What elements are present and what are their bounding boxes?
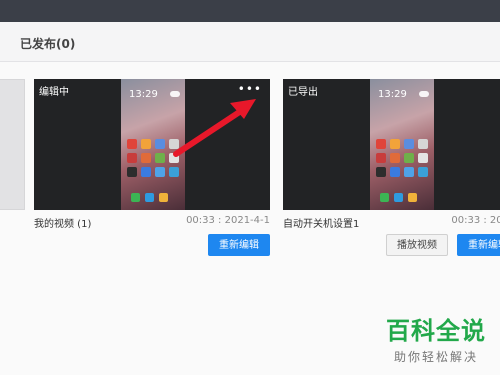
red-arrow-annotation	[173, 99, 256, 157]
watermark-title: 百科全说	[386, 317, 486, 345]
phone-app-icon	[380, 193, 389, 202]
video-card: 13:29	[34, 79, 270, 258]
video-duration-date: 00:33 : 2021-	[451, 215, 500, 226]
re-edit-button[interactable]: 重新编辑	[208, 234, 270, 256]
re-edit-button[interactable]: 重新编辑	[457, 234, 500, 256]
video-title: 我的视频 (1)	[34, 219, 92, 230]
tab-published[interactable]: 已发布(0)	[20, 35, 75, 52]
app-icon	[418, 153, 428, 163]
phone-time: 13:29	[378, 89, 407, 100]
video-card: 13:29	[283, 79, 500, 258]
app-icon	[418, 139, 428, 149]
app-icon-grid	[376, 139, 428, 177]
app-icon	[376, 153, 386, 163]
app-icon	[390, 139, 400, 149]
status-label: 已导出	[288, 87, 318, 98]
app-icon	[376, 167, 386, 177]
app-icon	[404, 139, 414, 149]
app-icon	[404, 153, 414, 163]
more-dots-icon[interactable]: •••	[238, 83, 262, 95]
video-thumbnail[interactable]: 13:29	[283, 79, 500, 210]
video-list: 13:29 编辑中 ••• 我的视频 (1) 00:33: 2021-4-1 …	[0, 62, 500, 375]
app-icon	[418, 167, 428, 177]
video-card-partial[interactable]	[0, 79, 25, 210]
dock	[380, 193, 417, 202]
tab-strip: 已发布(0)	[0, 22, 500, 62]
watermark-logo: 百科全说 助你轻松解决	[386, 311, 486, 365]
top-bar	[0, 0, 500, 22]
app-icon	[390, 153, 400, 163]
app-icon	[404, 167, 414, 177]
video-meta: 自动开关机设置1 00:33 : 2021-	[283, 210, 500, 232]
video-duration-date: 00:33 : 2021-4-1	[186, 215, 270, 226]
video-title: 自动开关机设置1	[283, 219, 360, 230]
card-actions: 播放视频 重新编辑	[283, 234, 500, 258]
contacts-app-icon	[394, 193, 403, 202]
weather-icon	[419, 91, 429, 97]
phone-screenshot: 13:29	[370, 79, 434, 210]
messages-app-icon	[408, 193, 417, 202]
app-icon	[376, 139, 386, 149]
video-thumbnail[interactable]: 13:29	[34, 79, 270, 210]
app-icon	[390, 167, 400, 177]
watermark-subtitle: 助你轻松解决	[393, 350, 478, 364]
status-label: 编辑中	[39, 87, 69, 98]
card-actions: 重新编辑	[34, 234, 270, 258]
video-meta: 我的视频 (1) 00:33 : 2021-4-1	[34, 210, 270, 232]
play-video-button[interactable]: 播放视频	[386, 234, 448, 256]
